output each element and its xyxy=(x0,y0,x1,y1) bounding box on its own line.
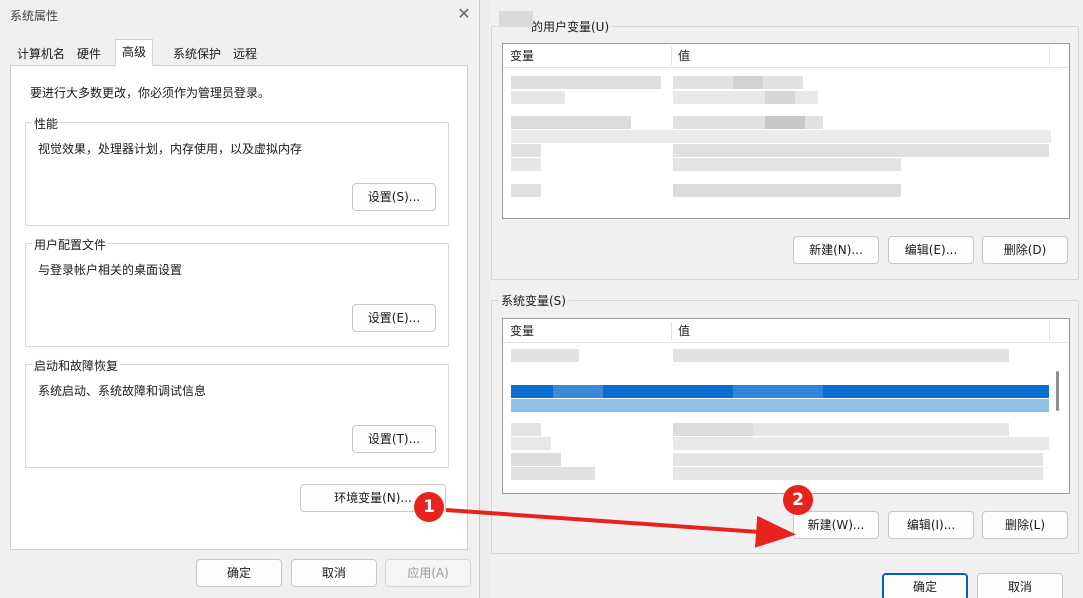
annotation-arrow xyxy=(445,508,796,548)
arrow-line xyxy=(445,508,796,548)
annotation-marker-2: 2 xyxy=(783,485,813,515)
annotation-marker-1: 1 xyxy=(414,492,444,522)
